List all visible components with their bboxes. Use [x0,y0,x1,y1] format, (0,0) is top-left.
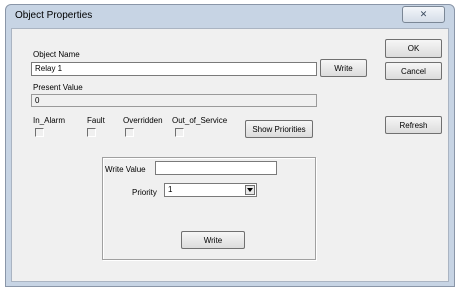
out-of-service-checkbox[interactable] [175,128,184,137]
fault-label: Fault [87,116,105,125]
overridden-label: Overridden [123,116,163,125]
write-button[interactable]: Write [181,231,245,249]
cancel-button[interactable]: Cancel [385,62,442,80]
priority-label: Priority [132,188,157,197]
ok-button[interactable]: OK [385,39,442,58]
write-value-label: Write Value [105,165,146,174]
fault-checkbox[interactable] [87,128,96,137]
overridden-checkbox[interactable] [125,128,134,137]
chevron-down-icon[interactable] [245,185,255,195]
in-alarm-label: In_Alarm [33,116,66,125]
present-value-field: 0 [31,94,317,107]
present-value-label: Present Value [33,83,83,92]
window-title: Object Properties [15,10,93,21]
object-name-label: Object Name [33,50,80,59]
close-button[interactable]: ✕ [402,6,445,23]
priority-select[interactable]: 1 [164,183,257,197]
out-of-service-label: Out_of_Service [172,116,228,125]
refresh-button[interactable]: Refresh [385,116,442,134]
close-icon: ✕ [419,9,428,19]
write-value-input[interactable] [155,161,277,175]
in-alarm-checkbox[interactable] [35,128,44,137]
show-priorities-button[interactable]: Show Priorities [245,120,313,138]
object-name-write-button[interactable]: Write [320,59,367,77]
priority-selected-value: 1 [168,185,173,194]
object-name-input[interactable]: Relay 1 [31,62,317,76]
